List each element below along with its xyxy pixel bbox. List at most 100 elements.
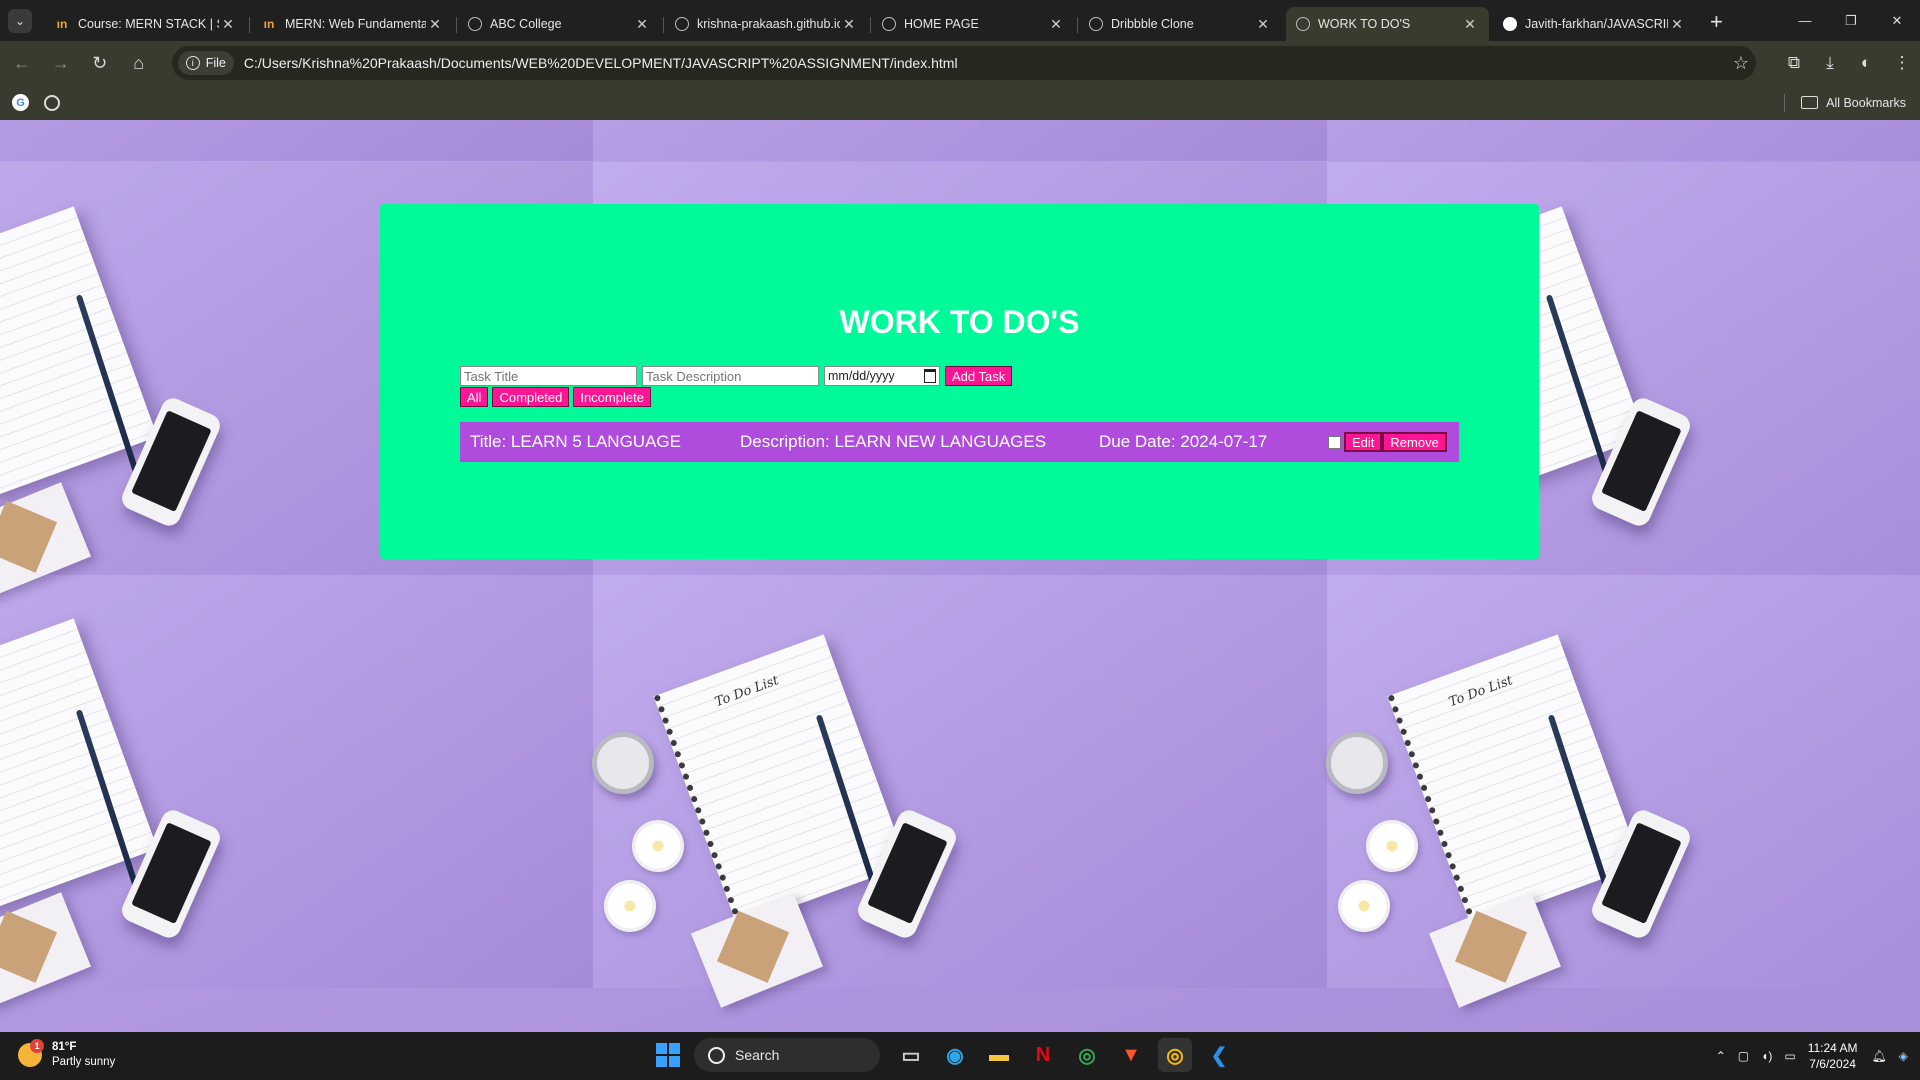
tab-title: Dribbble Clone bbox=[1111, 17, 1194, 31]
background-tile bbox=[0, 120, 593, 161]
page-viewport: To Do List To Do List WORK TO DO'S mm/dd… bbox=[0, 120, 1920, 1032]
tab-home-page[interactable]: HOME PAGE ✕ bbox=[872, 7, 1078, 41]
tab-title: Course: MERN STACK | SE bbox=[78, 17, 219, 31]
vscode-icon[interactable]: ❮ bbox=[1202, 1038, 1236, 1072]
notifications-icon[interactable]: 🔔︎ bbox=[1872, 1049, 1887, 1063]
taskbar-search[interactable]: Search bbox=[694, 1038, 880, 1072]
background-tile bbox=[593, 120, 1327, 161]
task-title-input[interactable] bbox=[460, 366, 637, 386]
tab-title: WORK TO DO'S bbox=[1318, 17, 1411, 31]
tab-mern-course[interactable]: ın Course: MERN STACK | SE ✕ bbox=[44, 7, 250, 41]
download-icon[interactable]: ⤓ bbox=[1812, 53, 1848, 73]
tab-github-io[interactable]: krishna-prakaash.github.io ✕ bbox=[665, 7, 871, 41]
due-date-input[interactable]: mm/dd/yyyy bbox=[824, 366, 940, 386]
minimize-icon[interactable]: — bbox=[1782, 0, 1828, 41]
tab-title: MERN: Web Fundamental bbox=[285, 17, 426, 31]
bookmark-star-icon[interactable]: ☆ bbox=[1726, 53, 1756, 74]
globe-icon bbox=[468, 17, 482, 31]
globe-icon bbox=[882, 17, 896, 31]
weather-widget[interactable]: 1 81°F Partly sunny bbox=[18, 1039, 115, 1070]
network-icon[interactable]: ▢ bbox=[1738, 1049, 1749, 1063]
chrome-icon[interactable]: ◎ bbox=[1070, 1038, 1104, 1072]
tab-abc-college[interactable]: ABC College ✕ bbox=[458, 7, 664, 41]
browser-toolbar: ← → ↻ ⌂ i File C:/Users/Krishna%20Prakaa… bbox=[0, 41, 1920, 85]
close-tab-icon[interactable]: ✕ bbox=[1461, 16, 1479, 33]
filter-all-button[interactable]: All bbox=[460, 387, 489, 407]
tab-title: krishna-prakaash.github.io bbox=[697, 17, 840, 31]
tab-search-button[interactable]: ⌄ bbox=[8, 9, 32, 33]
alarm-clock-illustration bbox=[592, 732, 654, 794]
tab-github-repo[interactable]: Javith-farkhan/JAVASCRIP ✕ bbox=[1493, 7, 1696, 41]
task-view-icon[interactable]: ▭ bbox=[894, 1038, 928, 1072]
task-item: Title: LEARN 5 LANGUAGE Description: LEA… bbox=[460, 422, 1459, 462]
extensions-icon[interactable]: ⧉ bbox=[1776, 53, 1812, 73]
reload-icon[interactable]: ↻ bbox=[83, 46, 117, 80]
menu-icon[interactable]: ⋮ bbox=[1884, 53, 1920, 73]
edge-icon[interactable]: ◉ bbox=[938, 1038, 972, 1072]
github-icon bbox=[1503, 17, 1517, 31]
page-title: WORK TO DO'S bbox=[839, 304, 1080, 340]
tab-work-todos[interactable]: WORK TO DO'S ✕ bbox=[1286, 7, 1489, 41]
alarm-clock-illustration bbox=[1326, 732, 1388, 794]
close-tab-icon[interactable]: ✕ bbox=[1668, 16, 1686, 33]
tab-strip: ⌄ ın Course: MERN STACK | SE ✕ ın MERN: … bbox=[0, 0, 1920, 41]
search-icon bbox=[708, 1046, 725, 1064]
close-tab-icon[interactable]: ✕ bbox=[840, 16, 858, 33]
date-placeholder: mm/dd/yyyy bbox=[828, 369, 895, 383]
profile-icon[interactable]: ◐ bbox=[1848, 53, 1884, 73]
google-icon[interactable]: G bbox=[12, 94, 29, 111]
clock-date: 7/6/2024 bbox=[1809, 1057, 1856, 1071]
address-bar[interactable]: i File C:/Users/Krishna%20Prakaash/Docum… bbox=[171, 46, 1756, 80]
restore-icon[interactable]: ❐ bbox=[1828, 0, 1874, 41]
tab-title: Javith-farkhan/JAVASCRIP bbox=[1525, 17, 1668, 31]
back-icon[interactable]: ← bbox=[5, 46, 39, 80]
folder-icon bbox=[1801, 96, 1819, 109]
info-icon: i bbox=[185, 56, 200, 70]
netflix-icon[interactable]: N bbox=[1026, 1038, 1060, 1072]
close-tab-icon[interactable]: ✕ bbox=[1047, 16, 1065, 33]
world-icon[interactable] bbox=[44, 94, 60, 111]
filter-completed-button[interactable]: Completed bbox=[492, 387, 570, 407]
chrome-canary-icon[interactable]: ◎ bbox=[1158, 1038, 1192, 1072]
globe-icon bbox=[1296, 17, 1310, 31]
notification-badge: 1 bbox=[30, 1039, 44, 1053]
url-text[interactable]: C:/Users/Krishna%20Prakaash/Documents/WE… bbox=[244, 55, 1726, 71]
start-button[interactable] bbox=[656, 1043, 680, 1067]
tab-mern-web[interactable]: ın MERN: Web Fundamental ✕ bbox=[251, 7, 457, 41]
show-hidden-icons[interactable]: ⌃ bbox=[1716, 1049, 1726, 1063]
file-explorer-icon[interactable]: ▬ bbox=[982, 1038, 1016, 1072]
flower-illustration bbox=[604, 880, 656, 932]
edit-task-button[interactable]: Edit bbox=[1344, 432, 1383, 452]
globe-icon bbox=[1089, 17, 1103, 31]
add-task-button[interactable]: Add Task bbox=[945, 366, 1013, 386]
site-info-chip[interactable]: i File bbox=[177, 51, 234, 75]
brave-icon[interactable]: ▼ bbox=[1114, 1038, 1148, 1072]
todo-card: WORK TO DO'S mm/dd/yyyy Add Task All Com… bbox=[380, 204, 1539, 559]
home-icon[interactable]: ⌂ bbox=[122, 46, 156, 80]
ftr-icon: ın bbox=[263, 17, 275, 31]
volume-icon[interactable]: ◖) bbox=[1761, 1049, 1772, 1063]
remove-task-button[interactable]: Remove bbox=[1382, 432, 1447, 452]
task-description-input[interactable] bbox=[642, 366, 819, 386]
background-tile bbox=[1327, 120, 1920, 161]
task-due-date: Due Date: 2024-07-17 bbox=[1099, 432, 1268, 451]
forward-icon[interactable]: → bbox=[44, 46, 78, 80]
all-bookmarks-link[interactable]: All Bookmarks bbox=[1826, 96, 1906, 110]
task-complete-checkbox[interactable] bbox=[1328, 436, 1341, 449]
battery-icon[interactable]: ▭ bbox=[1784, 1049, 1795, 1063]
flower-illustration bbox=[632, 820, 684, 872]
close-tab-icon[interactable]: ✕ bbox=[633, 16, 651, 33]
tab-dribbble-clone[interactable]: Dribbble Clone ✕ bbox=[1079, 7, 1282, 41]
new-tab-button[interactable]: + bbox=[1710, 9, 1723, 35]
close-tab-icon[interactable]: ✕ bbox=[426, 16, 444, 33]
ftr-icon: ın bbox=[56, 17, 68, 31]
system-clock[interactable]: 11:24 AM 7/6/2024 bbox=[1808, 1040, 1858, 1072]
close-window-icon[interactable]: ✕ bbox=[1874, 0, 1920, 41]
calendar-icon[interactable] bbox=[924, 369, 936, 383]
close-tab-icon[interactable]: ✕ bbox=[219, 16, 237, 33]
weather-icon: 1 bbox=[18, 1039, 44, 1067]
close-tab-icon[interactable]: ✕ bbox=[1254, 16, 1272, 33]
filter-incomplete-button[interactable]: Incomplete bbox=[573, 387, 651, 407]
copilot-icon[interactable]: ◈ bbox=[1899, 1049, 1908, 1063]
system-tray: ⌃ ▢ ◖) ▭ 11:24 AM 7/6/2024 🔔︎ ◈ bbox=[1716, 1032, 1920, 1080]
